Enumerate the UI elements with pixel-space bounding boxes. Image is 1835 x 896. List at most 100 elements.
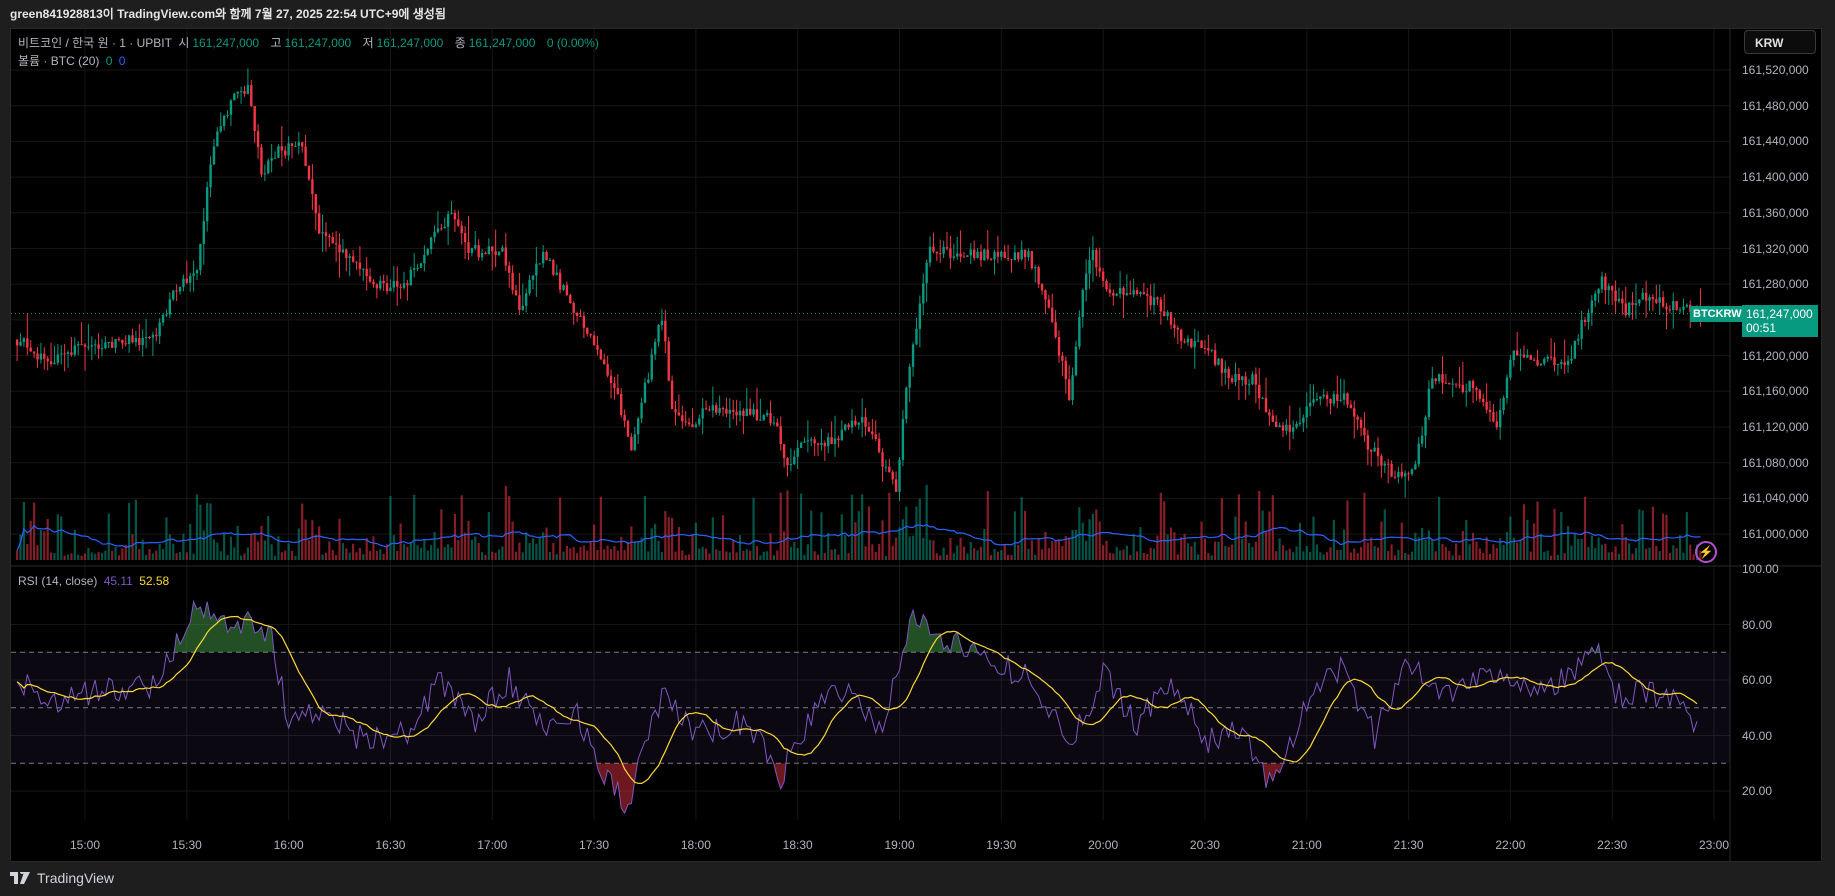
price-axis-label: 161,200,000 — [1742, 348, 1809, 363]
volume-bar — [362, 554, 365, 560]
volume-bar — [586, 550, 589, 560]
volume-bar — [952, 553, 955, 560]
candle — [969, 249, 972, 256]
volume-bar — [925, 484, 928, 560]
volume-bar — [111, 550, 114, 560]
volume-bar — [1400, 522, 1403, 560]
candle — [379, 280, 382, 289]
candle — [1078, 317, 1081, 347]
lightning-icon[interactable]: ⚡ — [1695, 541, 1717, 563]
volume-bar — [1173, 532, 1176, 560]
volume-bar — [956, 545, 959, 560]
chart-canvas[interactable] — [0, 0, 1835, 896]
candle — [290, 143, 294, 147]
candle — [1512, 350, 1515, 360]
candle — [779, 426, 782, 445]
volume-bar — [440, 509, 443, 560]
volume-bar — [202, 530, 205, 560]
candle — [1319, 396, 1322, 399]
volume-label[interactable]: 볼륨 · BTC (20) — [18, 54, 99, 68]
candle — [239, 91, 243, 93]
candle — [124, 343, 127, 345]
candle — [1668, 309, 1672, 311]
volume-bar — [1227, 546, 1230, 560]
currency-button[interactable]: KRW — [1744, 30, 1816, 54]
volume-bar — [426, 550, 429, 560]
volume-bar — [206, 503, 209, 560]
candle — [144, 336, 148, 339]
volume-bar — [674, 551, 677, 560]
symbol-legend: 비트코인 / 한국 원 · 1 · UPBIT 시 161,247,000 고 16… — [18, 34, 602, 51]
volume-bar — [1217, 541, 1220, 560]
candle — [1376, 447, 1380, 457]
volume-bar — [457, 540, 460, 560]
time-axis-label: 17:30 — [579, 838, 610, 852]
volume-bar — [97, 552, 100, 560]
volume-bar — [711, 517, 714, 560]
candle — [1587, 312, 1590, 322]
candle — [1149, 295, 1152, 306]
candle — [70, 352, 73, 355]
candle — [1594, 293, 1597, 301]
candle — [273, 157, 277, 159]
volume-bar — [484, 554, 487, 560]
volume-bar — [816, 554, 820, 560]
candle — [39, 353, 43, 360]
volume-bar — [735, 552, 738, 560]
rsi-label[interactable]: RSI (14, close) — [18, 574, 97, 588]
candle — [769, 412, 772, 424]
volume-bar — [945, 554, 949, 560]
volume-bar — [161, 549, 165, 560]
volume-bar — [718, 550, 721, 560]
candle — [962, 256, 966, 258]
volume-bar — [1563, 553, 1566, 560]
volume-bar — [996, 551, 1000, 560]
volume-bar — [1122, 549, 1125, 560]
candle — [1268, 412, 1271, 416]
candle — [1173, 324, 1176, 329]
volume-bar — [518, 542, 521, 560]
volume-bar — [596, 549, 599, 560]
candle — [636, 418, 640, 435]
price-axis-label: 161,320,000 — [1742, 241, 1809, 256]
candle — [1553, 357, 1556, 366]
candle — [752, 409, 755, 415]
volume-bar — [803, 554, 806, 560]
candle — [189, 275, 192, 283]
candle — [1217, 358, 1220, 365]
volume-bar — [1566, 526, 1570, 560]
volume-bar — [1587, 547, 1590, 560]
volume-bar — [100, 552, 104, 560]
candle — [837, 438, 840, 441]
candle — [396, 281, 399, 287]
volume-bar — [243, 553, 246, 560]
volume-bar — [1254, 541, 1257, 560]
volume-bar — [535, 543, 538, 560]
symbol-name[interactable]: 비트코인 / 한국 원 · 1 · UPBIT — [18, 36, 172, 50]
candle — [467, 242, 470, 253]
volume-bar — [1356, 553, 1359, 560]
volume-bar — [324, 552, 328, 560]
candle — [684, 421, 687, 423]
candle — [623, 414, 626, 421]
candle — [1013, 252, 1017, 261]
candle — [592, 335, 596, 346]
volume-bar — [592, 524, 596, 560]
volume-bar — [545, 527, 548, 560]
volume-bar — [918, 498, 921, 560]
candle — [1403, 473, 1407, 477]
volume-bar — [1478, 548, 1481, 560]
volume-bar — [1261, 510, 1264, 560]
candle — [280, 146, 284, 151]
volume-bar — [1068, 537, 1071, 560]
volume-bar — [189, 523, 192, 560]
volume-bar — [229, 536, 233, 560]
candle — [1638, 299, 1641, 304]
candle — [558, 272, 562, 290]
volume-bar — [1180, 537, 1183, 560]
volume-bar — [864, 546, 867, 560]
candle — [1485, 402, 1488, 410]
tradingview-logo[interactable]: TradingView — [10, 870, 114, 886]
volume-bar — [1678, 535, 1682, 560]
volume-bar — [430, 545, 433, 560]
